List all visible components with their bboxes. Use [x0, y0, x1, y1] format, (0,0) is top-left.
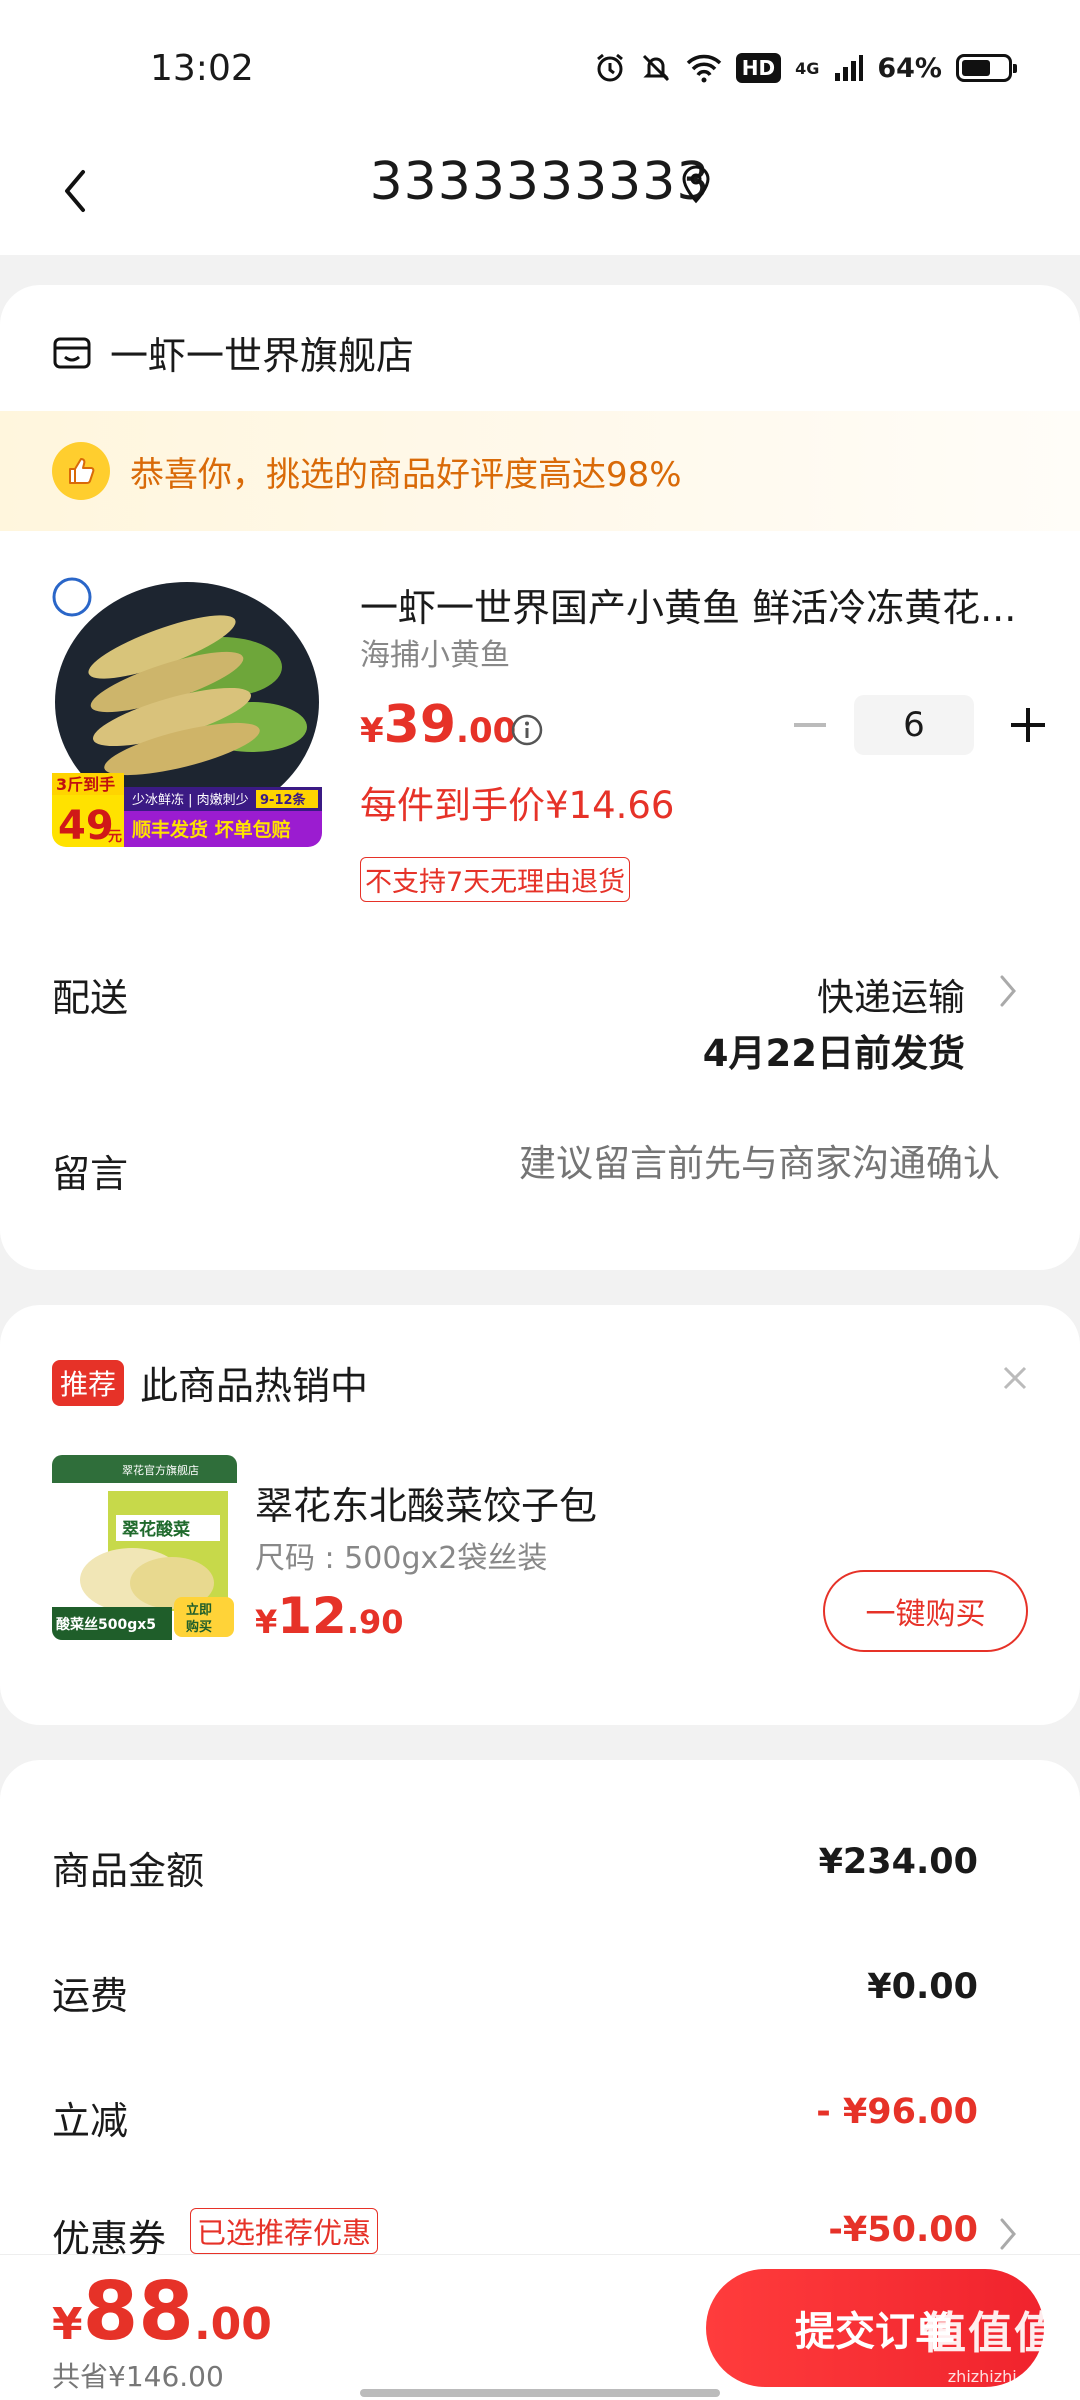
close-icon — [1003, 1366, 1027, 1390]
price-integer: 39 — [383, 695, 457, 755]
signal-icon — [835, 55, 864, 81]
price-currency: ¥ — [52, 2299, 83, 2350]
shipping-label: 配送 — [52, 976, 129, 1020]
svg-text:翠花酸菜: 翠花酸菜 — [122, 1519, 191, 1540]
congrats-banner: 恭喜你，挑选的商品好评度高达98% — [0, 411, 1080, 531]
svg-text:购买: 购买 — [186, 1619, 212, 1635]
recommend-spec: 尺码 : 500gx2袋丝装 — [255, 1541, 548, 1576]
discount-value: - ¥96.00 — [816, 2092, 978, 2132]
recommend-badge: 推荐 — [52, 1359, 125, 1406]
battery-level — [962, 60, 990, 76]
wifi-icon — [686, 54, 721, 83]
no-return-badge: 不支持7天无理由退货 — [360, 857, 631, 902]
freight-value: ¥0.00 — [867, 1967, 978, 2007]
status-icons: HD 4G 64% — [594, 52, 1017, 84]
store-name: 一虾一世界旗舰店 — [110, 334, 415, 378]
status-bar: 13:02 HD 4G 64% — [0, 0, 1080, 130]
location-pin-icon[interactable] — [680, 164, 712, 204]
quantity-increase-button[interactable] — [998, 695, 1058, 755]
svg-text:49: 49 — [58, 803, 114, 847]
one-click-buy-button[interactable]: 一键购买 — [823, 1570, 1028, 1652]
message-label: 留言 — [52, 1152, 129, 1196]
chevron-right-icon[interactable] — [998, 2216, 1018, 2252]
svg-text:酸菜丝500gx5: 酸菜丝500gx5 — [56, 1616, 156, 1633]
quantity-stepper: 6 — [780, 695, 1058, 755]
svg-text:元: 元 — [108, 829, 122, 845]
congrats-text: 恭喜你，挑选的商品好评度高达98% — [130, 454, 682, 495]
recommend-product-image[interactable]: 翠花官方旗舰店 翠花酸菜 酸菜丝500gx5 立即 购买 — [52, 1455, 237, 1640]
recommend-header: 推荐 此商品热销中 — [52, 1355, 368, 1410]
product-price: ¥ 39 .00 — [360, 695, 516, 755]
goods-amount-value: ¥234.00 — [818, 1842, 978, 1882]
page-header: 3333333333 — [0, 130, 1080, 255]
price-integer: 12 — [277, 1587, 347, 1645]
price-currency: ¥ — [360, 711, 384, 751]
price-decimal: .00 — [456, 711, 517, 751]
message-input[interactable] — [300, 1143, 1000, 1185]
watermark-logo: 值值值 — [922, 2308, 1060, 2359]
svg-text:9-12条: 9-12条 — [260, 792, 307, 808]
thumbs-up-icon — [52, 442, 110, 500]
goods-amount-label: 商品金额 — [52, 1849, 205, 1893]
freight-label: 运费 — [52, 1974, 129, 2018]
total-price: ¥ 88 .00 — [52, 2265, 272, 2358]
store-row[interactable]: 一虾一世界旗舰店 — [52, 325, 414, 380]
svg-text:立即: 立即 — [186, 1602, 212, 1618]
battery-percent: 64% — [877, 52, 942, 84]
product-title[interactable]: 一虾一世界国产小黄鱼 鲜活冷冻黄花... — [360, 577, 1030, 632]
watermark-url: zhizhizhi.com — [947, 2367, 1056, 2386]
recommend-card: 推荐 此商品热销中 翠花官方旗舰店 翠花酸菜 酸菜丝500gx5 立即 购买 翠… — [0, 1305, 1080, 1725]
quantity-input[interactable]: 6 — [854, 695, 974, 755]
product-variant: 海捕小黄鱼 — [360, 638, 510, 673]
svg-text:翠花官方旗舰店: 翠花官方旗舰店 — [122, 1463, 199, 1477]
product-image[interactable]: 3斤到手 49 元 少冰鲜冻 | 肉嫩刺少 9-12条 顺丰发货 坏单包赔 — [52, 577, 322, 847]
checkout-bar: ¥ 88 .00 共省¥146.00 提交订单 值值值 zhizhizhi.co… — [0, 2254, 1080, 2400]
price-integer: 88 — [82, 2265, 194, 2358]
network-label: 4G — [795, 58, 820, 78]
discount-label: 立减 — [52, 2099, 129, 2143]
store-icon — [53, 337, 91, 368]
unit-price: 每件到手价¥14.66 — [360, 784, 675, 827]
coupon-tag: 已选推荐优惠 — [190, 2208, 379, 2254]
chevron-right-icon[interactable] — [998, 973, 1018, 1009]
plus-icon — [1011, 708, 1045, 742]
shipping-method[interactable]: 快递运输 — [817, 967, 965, 1021]
shipping-date: 4月22日前发货 — [702, 1032, 965, 1075]
order-item-card: 一虾一世界旗舰店 恭喜你，挑选的商品好评度高达98% 3斤到手 49 元 少冰鲜… — [0, 285, 1080, 1270]
mute-bell-icon — [642, 54, 669, 82]
home-indicator[interactable] — [360, 2389, 720, 2397]
info-icon[interactable] — [510, 713, 544, 747]
battery-icon — [956, 54, 1017, 82]
minus-icon — [794, 723, 826, 727]
coupon-value[interactable]: -¥50.00 — [828, 2210, 978, 2250]
recommend-title[interactable]: 翠花东北酸菜饺子包 — [255, 1475, 597, 1530]
quantity-decrease-button[interactable] — [780, 695, 840, 755]
alarm-icon — [596, 53, 623, 82]
svg-text:3斤到手: 3斤到手 — [56, 775, 115, 794]
status-time: 13:02 — [150, 48, 254, 89]
price-decimal: .90 — [346, 1603, 404, 1641]
close-recommend-button[interactable] — [1002, 1355, 1028, 1401]
price-decimal: .00 — [193, 2299, 272, 2350]
recommend-price: ¥ 12 .90 — [255, 1587, 404, 1645]
page-title: 3333333333 — [369, 152, 711, 212]
hd-badge: HD — [735, 53, 782, 83]
recommend-heading: 此商品热销中 — [140, 1364, 369, 1408]
saved-amount: 共省¥146.00 — [52, 2360, 224, 2393]
svg-text:顺丰发货 坏单包赔: 顺丰发货 坏单包赔 — [132, 818, 291, 841]
svg-text:少冰鲜冻 | 肉嫩刺少: 少冰鲜冻 | 肉嫩刺少 — [132, 792, 249, 808]
price-currency: ¥ — [255, 1603, 278, 1641]
